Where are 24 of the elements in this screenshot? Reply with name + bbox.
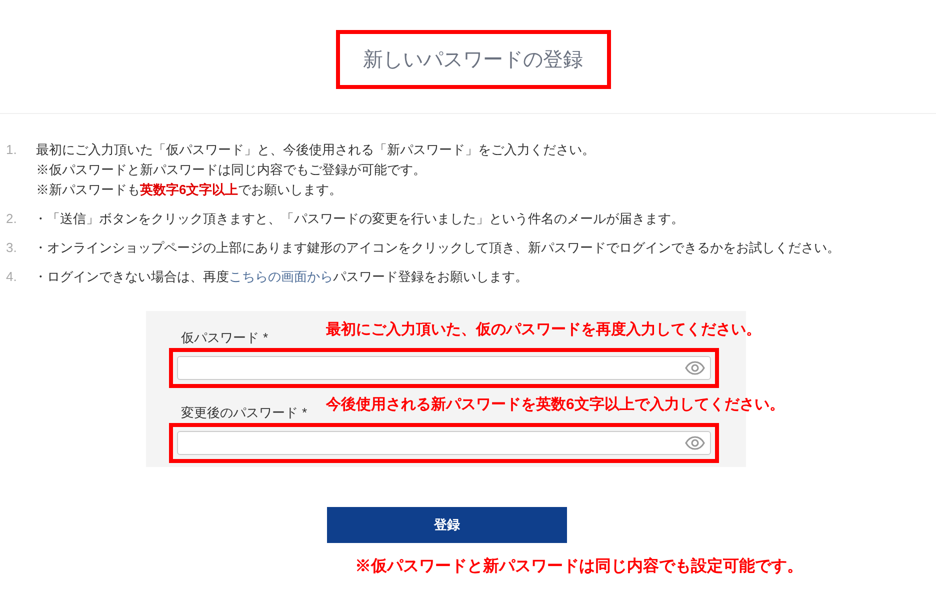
field-label: 変更後のパスワード <box>181 404 298 422</box>
instruction-text: 最初にご入力頂いた「仮パスワード」と、今後使用される「新パスワード」をご入力ください。 <box>36 141 595 159</box>
required-mark: * <box>302 404 308 422</box>
instruction-text: ※新パスワードも英数字6文字以上でお願いします。 <box>36 181 344 199</box>
eye-icon[interactable] <box>685 436 705 450</box>
list-number: 1. <box>6 141 18 159</box>
note-text: ※仮パスワードと新パスワードは同じ内容でも設定可能です。 <box>355 556 803 577</box>
list-number: 4. <box>6 268 18 286</box>
screen-link[interactable]: こちらの画面から <box>229 269 333 284</box>
annotation-text: 今後使用される新パスワードを英数6文字以上で入力してください。 <box>326 395 784 415</box>
register-button[interactable]: 登録 <box>327 507 567 543</box>
list-number: 3. <box>6 239 18 257</box>
page-title: 新しいパスワードの登録 <box>363 48 583 72</box>
eye-icon[interactable] <box>685 361 705 375</box>
list-number: 2. <box>6 210 18 228</box>
password-field[interactable] <box>177 356 711 380</box>
instruction-text: ・ログインできない場合は、再度こちらの画面からパスワード登録をお願いします。 <box>34 268 528 286</box>
field-label: 仮パスワード <box>181 328 259 346</box>
password-field[interactable] <box>177 431 711 455</box>
instruction-text: ・オンラインショップページの上部にあります鍵形のアイコンをクリックして頂き、新パスワードでログインできるかをお試しください。 <box>34 239 840 257</box>
annotation-text: 最初にご入力頂いた、仮のパスワードを再度入力してください。 <box>326 320 761 340</box>
required-mark: * <box>263 328 268 346</box>
instruction-text: ※仮パスワードと新パスワードは同じ内容でもご登録が可能です。 <box>36 161 427 179</box>
instruction-text: ・「送信」ボタンをクリック頂きますと、「パスワードの変更を行いました」という件名のメールが届きます。 <box>34 210 684 228</box>
